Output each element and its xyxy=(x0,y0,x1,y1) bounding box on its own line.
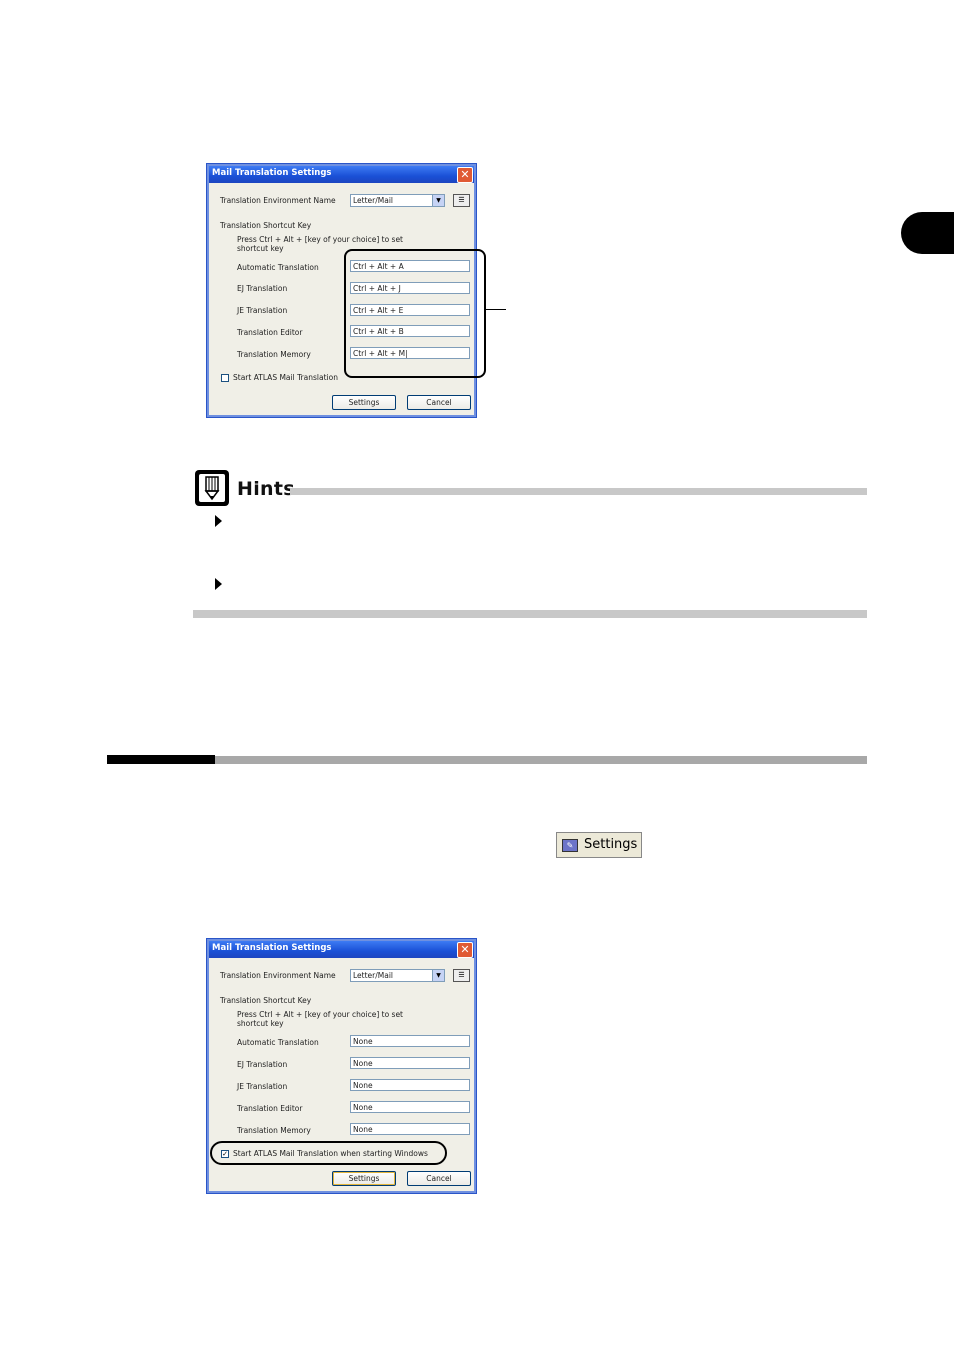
shortcut-help-line1: Press Ctrl + Alt + [key of your choice] … xyxy=(237,235,403,244)
row-label-je: JE Translation xyxy=(237,306,288,315)
dialog-title: Mail Translation Settings xyxy=(212,168,332,178)
settings-button[interactable]: Settings xyxy=(332,1171,396,1186)
hints-title: Hints xyxy=(237,478,295,500)
shortcut-field-editor[interactable]: None xyxy=(350,1101,470,1113)
shortcut-header: Translation Shortcut Key xyxy=(220,221,312,230)
row-label-ej: EJ Translation xyxy=(237,284,288,293)
list-icon: ☰ xyxy=(458,196,465,204)
shortcut-help-line2: shortcut key xyxy=(237,1019,284,1028)
env-options-button[interactable]: ☰ xyxy=(453,969,470,982)
chapter-tab xyxy=(901,212,954,254)
row-label-editor: Translation Editor xyxy=(237,328,303,337)
shortcut-field-automatic[interactable]: None xyxy=(350,1035,470,1047)
row-label-memory: Translation Memory xyxy=(237,1126,311,1135)
callout-leader-line xyxy=(486,309,506,310)
cancel-button[interactable]: Cancel xyxy=(407,1171,471,1186)
dialog-titlebar[interactable]: Mail Translation Settings ✕ xyxy=(209,941,474,958)
hints-bottom-rule xyxy=(193,610,867,618)
startup-label: Start ATLAS Mail Translation xyxy=(233,373,338,382)
row-label-automatic: Automatic Translation xyxy=(237,263,319,272)
toolbar-settings-button[interactable]: ✎ Settings xyxy=(556,832,642,858)
env-label: Translation Environment Name xyxy=(220,196,336,205)
env-select[interactable]: Letter/Mail ▼ xyxy=(350,969,445,982)
env-select-value: Letter/Mail xyxy=(353,196,394,205)
shortcut-field-ej[interactable]: None xyxy=(350,1057,470,1069)
close-icon[interactable]: ✕ xyxy=(457,167,473,183)
shortcut-help-line2: shortcut key xyxy=(237,244,284,253)
dialog-titlebar[interactable]: Mail Translation Settings ✕ xyxy=(209,166,474,183)
settings-icon: ✎ xyxy=(562,839,578,852)
row-label-editor: Translation Editor xyxy=(237,1104,303,1113)
shortcut-field-je[interactable]: None xyxy=(350,1079,470,1091)
env-select[interactable]: Letter/Mail ▼ xyxy=(350,194,445,207)
dialog-title: Mail Translation Settings xyxy=(212,943,332,953)
cancel-button[interactable]: Cancel xyxy=(407,395,471,410)
section-bar-accent xyxy=(107,755,215,764)
shortcut-help-line1: Press Ctrl + Alt + [key of your choice] … xyxy=(237,1010,403,1019)
bullet-triangle-icon xyxy=(215,578,222,590)
toolbar-settings-label: Settings xyxy=(584,837,638,852)
shortcut-field-memory[interactable]: None xyxy=(350,1123,470,1135)
shortcut-fields-callout xyxy=(344,249,486,378)
row-label-je: JE Translation xyxy=(237,1082,288,1091)
hints-top-rule xyxy=(290,488,867,495)
row-label-ej: EJ Translation xyxy=(237,1060,288,1069)
pencil-icon xyxy=(195,470,229,506)
bullet-triangle-icon xyxy=(215,515,222,527)
section-bar xyxy=(215,756,867,764)
settings-button[interactable]: Settings xyxy=(332,395,396,410)
startup-checkbox-callout xyxy=(210,1141,447,1165)
env-label: Translation Environment Name xyxy=(220,971,336,980)
shortcut-header: Translation Shortcut Key xyxy=(220,996,312,1005)
chevron-down-icon[interactable]: ▼ xyxy=(432,195,444,206)
chevron-down-icon[interactable]: ▼ xyxy=(432,970,444,981)
list-icon: ☰ xyxy=(458,971,465,979)
row-label-memory: Translation Memory xyxy=(237,350,311,359)
row-label-automatic: Automatic Translation xyxy=(237,1038,319,1047)
close-icon[interactable]: ✕ xyxy=(457,942,473,958)
startup-checkbox[interactable] xyxy=(221,374,229,382)
env-select-value: Letter/Mail xyxy=(353,971,394,980)
env-options-button[interactable]: ☰ xyxy=(453,194,470,207)
